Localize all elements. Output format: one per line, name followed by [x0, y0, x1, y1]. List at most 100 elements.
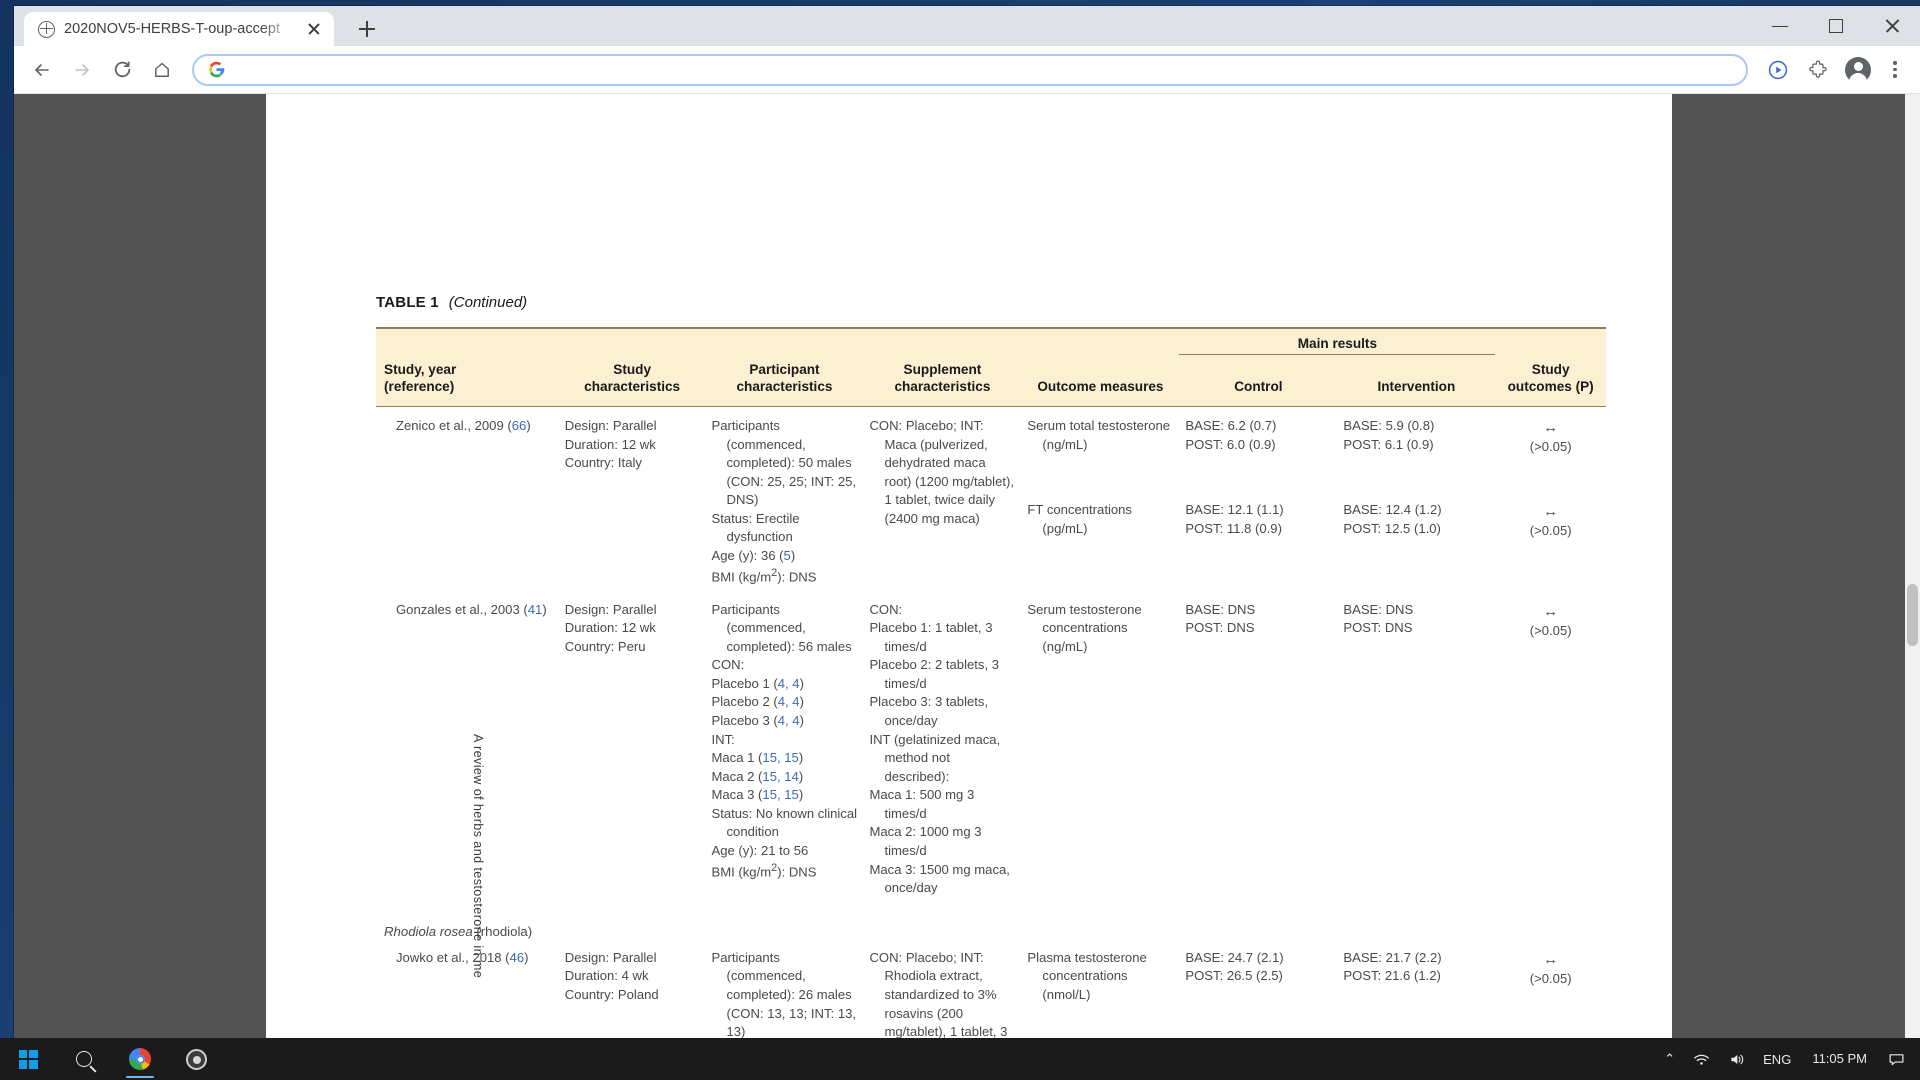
browser-toolbar [14, 46, 1920, 94]
cell-supplement-characteristics: CON: Placebo; INT: Maca (pulverized, deh… [863, 406, 1021, 590]
participant-line: Participants (commenced, completed): 56 … [711, 601, 852, 654]
table-group-header-row: Main results [376, 327, 1606, 355]
reference-link[interactable]: 46 [510, 950, 525, 965]
outcome-p-value: (>0.05) [1529, 439, 1572, 455]
table-row: Gonzales et al., 2003 (41) Design: Parall… [376, 591, 1606, 912]
intervention-value: POST: 21.6 (1.2) [1343, 968, 1441, 984]
col-header-study-characteristics: Study characteristics [558, 355, 706, 407]
participant-line: Participants (commenced, completed): 50 … [711, 417, 857, 508]
col-header-line2: outcomes (P) [1507, 378, 1594, 394]
reference-link[interactable]: 41 [528, 602, 543, 617]
taskbar-chrome-button[interactable] [112, 1038, 168, 1080]
species-heading-row: Rhodiola rosea (rhodiola) [376, 912, 1606, 939]
control-value: POST: DNS [1185, 620, 1255, 636]
participant-line: Placebo 1 (4, 4) [711, 675, 804, 691]
language-indicator[interactable]: ENG [1754, 1038, 1800, 1080]
taskbar-search-button[interactable] [56, 1038, 112, 1080]
main-results-group: Main results [1179, 327, 1496, 355]
new-tab-button[interactable] [352, 14, 382, 44]
browser-menu-icon[interactable] [1880, 55, 1910, 85]
outcome-symbol: ↔ [1543, 503, 1559, 521]
participant-line: INT: [711, 731, 735, 747]
col-header-line1: Intervention [1377, 378, 1456, 394]
table-container: TABLE 1 (Continued) Main results Study, … [376, 294, 1606, 1038]
participant-line: Participants (commenced, completed): 26 … [711, 949, 857, 1038]
outcome-symbol: ↔ [1543, 418, 1559, 436]
outcome-measure-text: FT concentrations (pg/mL) [1027, 502, 1132, 536]
control-value: BASE: DNS [1185, 601, 1256, 617]
browser-window: 2020NOV5-HERBS-T-oup-accept A review of … [14, 6, 1920, 1038]
col-header-line1: Study [613, 362, 652, 377]
study-characteristic-line: Design: Parallel [564, 601, 657, 617]
col-header-line1: Participant [749, 362, 820, 377]
participant-line: Age (y): 21 to 56 [711, 843, 809, 859]
participant-line: Maca 2 (15, 14) [711, 768, 804, 784]
participant-line: Placebo 2 (4, 4) [711, 694, 804, 710]
supplement-line: CON: Placebo; INT: Rhodiola extract, sta… [869, 949, 1008, 1038]
outcome-symbol: ↔ [1543, 950, 1559, 968]
cell-outcome-measure: Plasma testosterone concentrations (nmol… [1021, 939, 1179, 1038]
browser-tab[interactable]: 2020NOV5-HERBS-T-oup-accept [24, 12, 334, 46]
cell-control-results: BASE: DNS POST: DNS [1179, 591, 1337, 912]
intervention-value: BASE: 21.7 (2.2) [1343, 949, 1442, 965]
supplement-line: Maca 2: 1000 mg 3 times/d [869, 824, 982, 859]
table-caption-note: (Continued) [448, 294, 528, 311]
volume-icon[interactable] [1719, 1038, 1754, 1080]
maximize-button[interactable] [1808, 6, 1864, 46]
col-header-study-outcomes: Study outcomes (P) [1495, 355, 1606, 407]
participant-line: Maca 1 (15, 15) [711, 750, 804, 766]
study-characteristic-line: Design: Parallel [564, 417, 657, 433]
col-header-supplement-characteristics: Supplement characteristics [863, 355, 1022, 407]
tab-strip: 2020NOV5-HERBS-T-oup-accept [14, 6, 1920, 46]
cell-control-results: BASE: 24.7 (2.1) POST: 26.5 (2.5) [1179, 939, 1337, 1038]
cell-outcome-measure: Serum testosterone concentrations (ng/mL… [1021, 591, 1179, 912]
data-table: Main results Study, year (reference) Stu… [376, 327, 1606, 1038]
cell-supplement-characteristics: CON: Placebo 1: 1 tablet, 3 times/d Placeb… [863, 591, 1021, 912]
col-header-outcome-measures: Outcome measures [1021, 355, 1180, 407]
col-header-line2: characteristics [736, 378, 833, 394]
profile-icon[interactable] [1840, 52, 1876, 88]
start-button[interactable] [0, 1038, 56, 1080]
network-icon[interactable] [1684, 1038, 1719, 1080]
cell-control-results: BASE: 12.1 (1.1) POST: 11.8 (0.9) [1179, 491, 1337, 590]
taskbar-left [0, 1038, 224, 1080]
outcome-p-value: (>0.05) [1529, 971, 1572, 987]
address-bar[interactable] [192, 53, 1748, 86]
reload-icon[interactable] [104, 52, 140, 88]
study-characteristic-line: Country: Italy [564, 455, 642, 471]
notification-icon[interactable] [1879, 1038, 1914, 1080]
cell-control-results: BASE: 6.2 (0.7) POST: 6.0 (0.9) [1179, 406, 1337, 491]
extensions-icon[interactable] [1800, 52, 1836, 88]
search-icon [76, 1051, 92, 1067]
reference-link[interactable]: 66 [512, 418, 527, 433]
participant-line: CON: [711, 657, 745, 673]
media-control-icon[interactable] [1760, 52, 1796, 88]
close-window-button[interactable] [1864, 6, 1920, 46]
cell-study-outcome: ↔ (>0.05) [1495, 591, 1606, 912]
tab-title: 2020NOV5-HERBS-T-oup-accept [64, 21, 280, 37]
home-icon[interactable] [144, 52, 180, 88]
table-caption: TABLE 1 (Continued) [376, 294, 1606, 311]
group-spacer-right [1495, 327, 1606, 355]
supplement-line: Maca 3: 1500 mg maca, once/day [869, 861, 1010, 896]
forward-icon[interactable] [64, 52, 100, 88]
tray-expand-button[interactable]: ⌃ [1655, 1038, 1684, 1080]
clock[interactable]: 11:05 PM [1800, 1038, 1879, 1080]
globe-icon [38, 20, 55, 38]
system-tray: ⌃ ENG 11:05 PM [1655, 1038, 1920, 1080]
cell-participant-characteristics: Participants (commenced, completed): 26 … [705, 939, 863, 1038]
close-icon[interactable] [304, 19, 324, 39]
cell-study-outcome: ↔ (>0.05) [1495, 491, 1606, 590]
pdf-page: A review of herbs and testosterone in me… [266, 94, 1672, 1038]
control-value: POST: 26.5 (2.5) [1185, 968, 1283, 984]
taskbar-recorder-button[interactable] [168, 1038, 224, 1080]
outcome-measure-text: Plasma testosterone concentrations (nmol… [1027, 949, 1147, 1002]
supplement-line: Maca 1: 500 mg 3 times/d [869, 787, 975, 821]
scrollbar-thumb[interactable] [1907, 584, 1918, 646]
vertical-scrollbar[interactable] [1905, 94, 1920, 1038]
intervention-value: POST: 12.5 (1.0) [1343, 520, 1441, 536]
minimize-button[interactable] [1752, 6, 1808, 46]
study-characteristic-line: Duration: 4 wk [564, 968, 649, 984]
back-icon[interactable] [24, 52, 60, 88]
participant-line: Status: No known clinical condition [711, 805, 858, 840]
